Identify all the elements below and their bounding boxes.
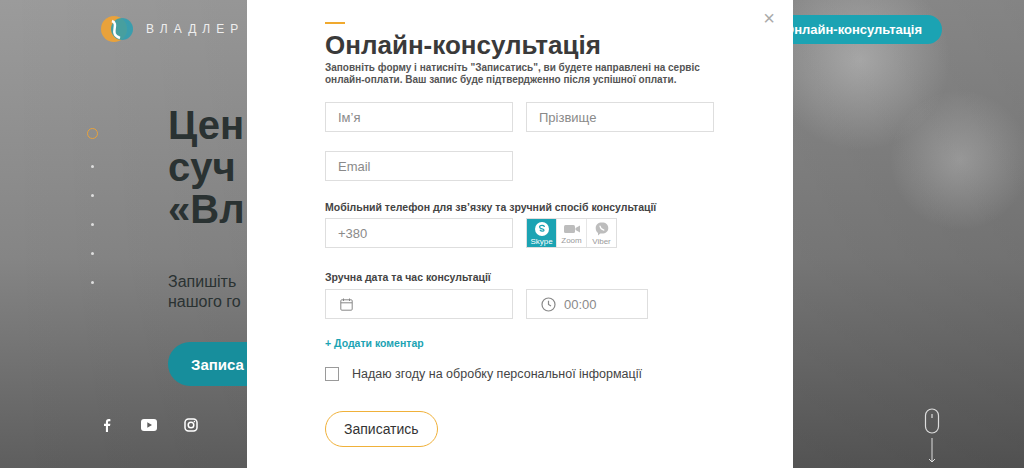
slide-nav <box>86 58 98 408</box>
consultation-modal: × Онлайн-консультація Заповніть форму і на… <box>247 0 793 468</box>
video-camera-icon <box>563 222 581 236</box>
email-row <box>325 151 513 181</box>
scroll-indicator[interactable] <box>924 408 940 468</box>
nav-active-dot[interactable] <box>87 128 98 139</box>
calendar-icon <box>340 298 353 311</box>
phone-row: Skype Zoom Viber <box>325 218 617 248</box>
clock-icon <box>541 297 556 312</box>
modal-title: Онлайн-консультація <box>325 30 601 60</box>
intro-line: онлайн-оплати. Ваш запис буде підтвердже… <box>325 74 700 86</box>
intro-line: Заповніть форму і натисніть "Записатись"… <box>325 62 700 74</box>
title-accent <box>325 22 345 24</box>
contact-methods: Skype Zoom Viber <box>526 218 617 248</box>
modal-intro: Заповніть форму і натисніть "Записатись"… <box>325 62 700 86</box>
consent-label: Надаю згоду на обробку персональної інфо… <box>352 367 642 381</box>
page: ВЛАДЛЕРОнлайн-консультаціяЦенсуч«ВлЗапиш… <box>0 0 1024 468</box>
time-field[interactable] <box>526 289 648 319</box>
mouse-scroll-icon <box>924 408 940 464</box>
contact-method[interactable]: Viber <box>586 219 616 247</box>
nav-dot[interactable] <box>91 194 94 197</box>
phone-input[interactable] <box>325 218 513 248</box>
social-links <box>100 408 198 432</box>
close-button[interactable]: × <box>759 6 779 30</box>
contact-method-label: Skype <box>530 237 552 246</box>
nav-dot[interactable] <box>91 223 94 226</box>
time-input[interactable] <box>564 297 637 312</box>
datetime-label: Зручна дата та час консультації <box>325 271 491 283</box>
contact-method[interactable]: Skype <box>527 219 556 247</box>
last-name-input[interactable] <box>526 102 714 132</box>
skype-icon <box>534 221 550 237</box>
facebook-icon[interactable] <box>100 418 114 432</box>
name-row <box>325 102 714 132</box>
submit-button[interactable]: Записатись <box>325 411 438 447</box>
contact-method-label: Viber <box>592 237 611 246</box>
first-name-input[interactable] <box>325 102 513 132</box>
nav-dot[interactable] <box>91 252 94 255</box>
nav-dot[interactable] <box>91 165 94 168</box>
consent-checkbox[interactable]: Надаю згоду на обробку персональної інфо… <box>325 367 642 381</box>
logo-mark-icon <box>98 12 138 46</box>
youtube-icon[interactable] <box>141 419 157 431</box>
nav-dot[interactable] <box>91 281 94 284</box>
viber-icon <box>594 221 610 237</box>
contact-method-label: Zoom <box>561 236 581 245</box>
datetime-row <box>325 289 648 319</box>
checkbox-box[interactable] <box>325 367 339 381</box>
phone-label: Мобільний телефон для зв’язку та зручний… <box>325 201 656 213</box>
date-field[interactable] <box>325 289 513 319</box>
instagram-icon[interactable] <box>184 418 198 432</box>
add-comment-link[interactable]: + Додати коментар <box>325 337 424 349</box>
date-input[interactable] <box>361 297 502 312</box>
logo-text: ВЛАДЛЕР <box>146 22 244 36</box>
logo[interactable]: ВЛАДЛЕР <box>98 12 244 46</box>
email-input[interactable] <box>325 151 513 181</box>
contact-method[interactable]: Zoom <box>556 219 586 247</box>
